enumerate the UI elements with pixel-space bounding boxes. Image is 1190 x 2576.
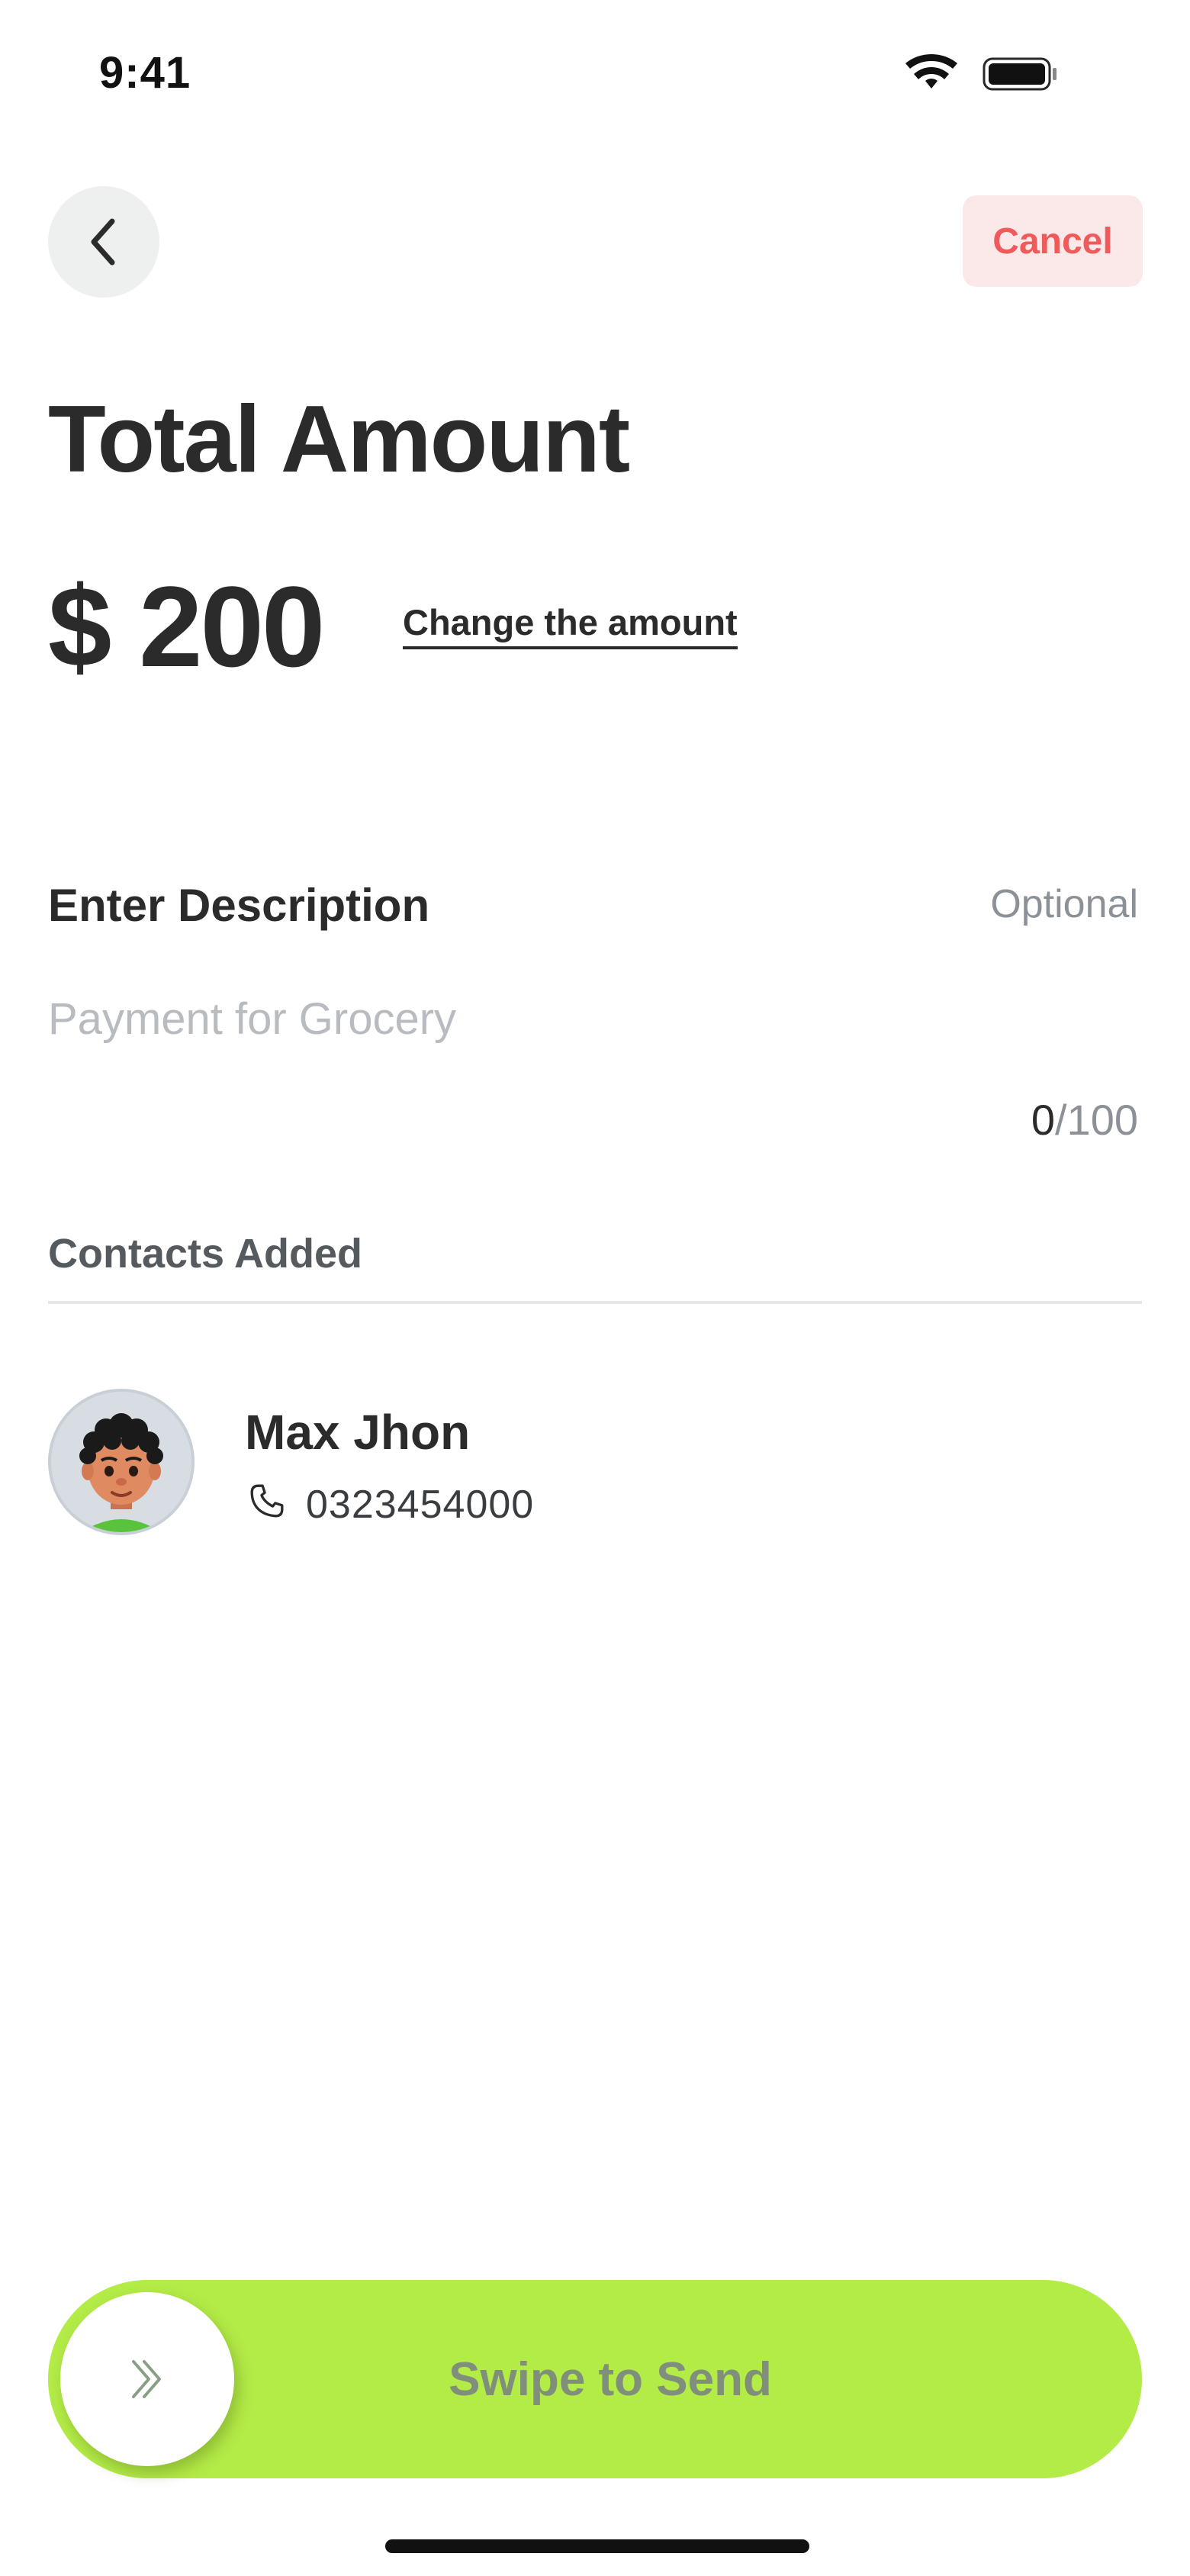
contact-name: Max Jhon [245, 1405, 471, 1460]
home-indicator [385, 2539, 809, 2553]
swipe-to-send-slider[interactable]: Swipe to Send [48, 2280, 1142, 2478]
amount-value: $ 200 [48, 562, 325, 691]
optional-label: Optional [990, 882, 1138, 926]
cancel-button[interactable]: Cancel [963, 195, 1143, 287]
chevron-left-icon [91, 218, 115, 266]
divider [48, 1301, 1142, 1304]
swipe-handle[interactable] [60, 2292, 234, 2466]
double-chevron-right-icon [132, 2360, 161, 2398]
contact-item[interactable]: Max Jhon 0323454000 [48, 1389, 1142, 1535]
description-label: Enter Description [48, 880, 430, 931]
status-time: 9:41 [99, 48, 191, 98]
char-counter-current: 0 [1031, 1096, 1055, 1144]
change-amount-link[interactable]: Change the amount [403, 601, 738, 649]
contact-phone: 0323454000 [306, 1483, 535, 1527]
phone-icon [250, 1484, 284, 1518]
status-bar: 9:41 [0, 0, 1190, 145]
page-title: Total Amount [48, 387, 630, 492]
contacts-section-title: Contacts Added [48, 1231, 363, 1277]
battery-icon [983, 57, 1057, 91]
char-counter: 0/100 [1031, 1095, 1138, 1145]
description-input[interactable] [48, 984, 1139, 1053]
avatar [48, 1389, 195, 1535]
avatar-image [51, 1392, 191, 1532]
back-button[interactable] [48, 186, 159, 298]
char-counter-max: /100 [1055, 1096, 1138, 1144]
wifi-icon [905, 53, 957, 89]
